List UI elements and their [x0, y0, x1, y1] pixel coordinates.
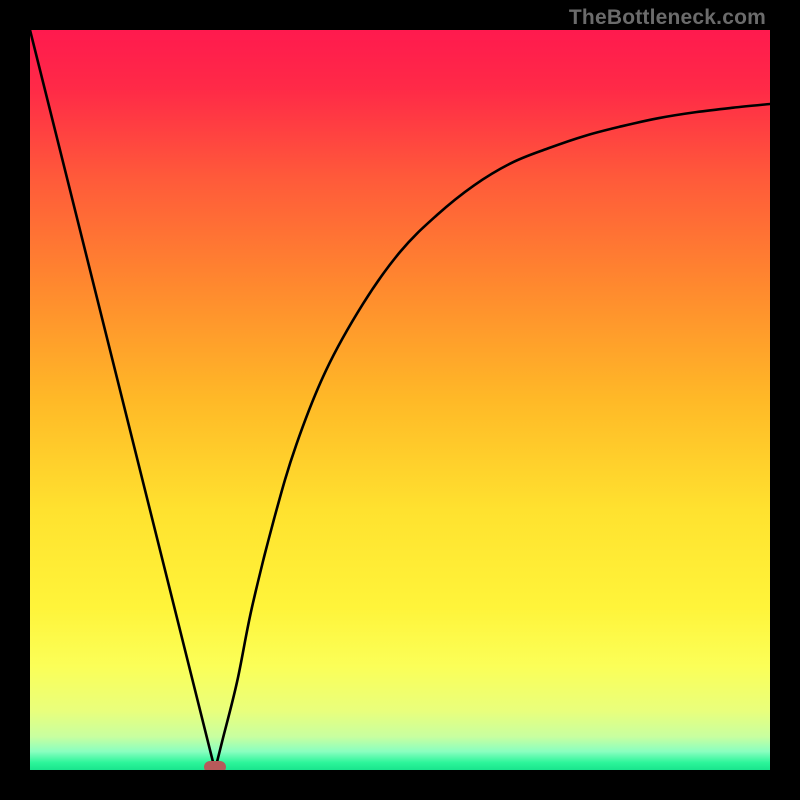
watermark-text: TheBottleneck.com [569, 6, 766, 30]
plot-area [30, 30, 770, 770]
chart-frame: TheBottleneck.com [0, 0, 800, 800]
optimum-marker [204, 761, 226, 770]
bottleneck-curve [30, 30, 770, 770]
